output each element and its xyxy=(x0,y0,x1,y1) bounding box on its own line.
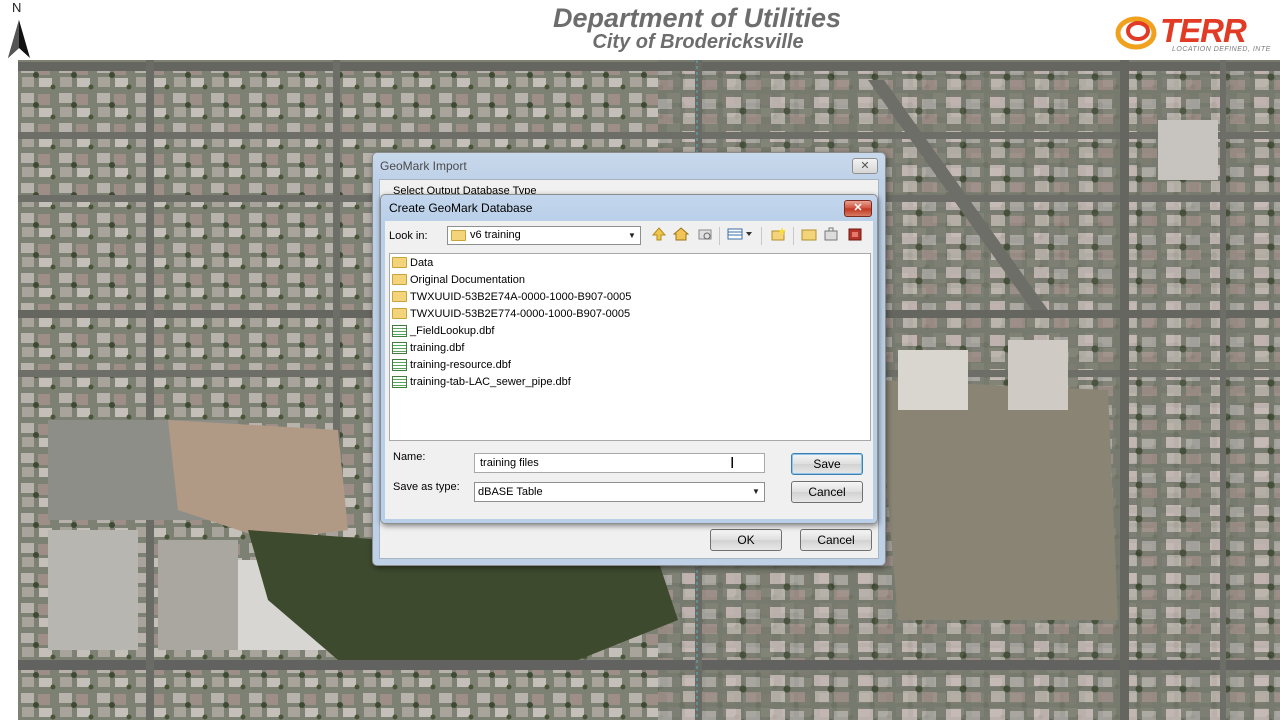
logo-text: TERR xyxy=(1160,12,1247,49)
chevron-down-icon: ▼ xyxy=(752,487,760,496)
new-folder-icon[interactable] xyxy=(769,226,789,245)
toolbar-separator xyxy=(793,227,794,245)
view-menu-icon[interactable] xyxy=(725,226,755,245)
cancel-button[interactable]: Cancel xyxy=(791,481,863,503)
look-in-value: v6 training xyxy=(470,229,521,241)
save-as-type-dropdown[interactable]: dBASE Table ▼ xyxy=(474,482,765,502)
home-icon[interactable] xyxy=(671,226,691,245)
geodatabase-icon[interactable] xyxy=(845,226,865,245)
look-in-dropdown[interactable]: v6 training ▼ xyxy=(447,226,641,245)
save-as-type-value: dBASE Table xyxy=(478,486,543,498)
create-geomark-database-dialog: Create GeoMark Database ✕ Look in: v6 tr… xyxy=(380,194,878,524)
folder-icon xyxy=(392,291,407,302)
folder-icon xyxy=(451,230,466,241)
name-label: Name: xyxy=(393,451,426,463)
map-header: N Department of Utilities City of Broder… xyxy=(0,0,1280,60)
import-cancel-button[interactable]: Cancel xyxy=(800,529,872,551)
save-as-type-label: Save as type: xyxy=(393,481,460,493)
folder-icon xyxy=(392,308,407,319)
dbf-table-icon xyxy=(392,325,407,337)
create-db-body: Look in: v6 training ▼ Data Original Doc… xyxy=(385,221,873,519)
north-label: N xyxy=(12,0,22,15)
save-button[interactable]: Save xyxy=(791,453,863,475)
name-input[interactable]: training files xyxy=(474,453,765,473)
logo-swirl-icon xyxy=(1115,16,1157,50)
file-list[interactable]: Data Original Documentation TWXUUID-53B2… xyxy=(389,253,871,441)
dbf-table-icon xyxy=(392,376,407,388)
folder-icon xyxy=(392,274,407,285)
logo-tagline: LOCATION DEFINED, INTE xyxy=(1172,46,1271,53)
look-in-label: Look in: xyxy=(389,230,428,242)
ok-button[interactable]: OK xyxy=(710,529,782,551)
geomark-import-title: GeoMark Import xyxy=(380,159,467,173)
chevron-down-icon: ▼ xyxy=(628,231,636,240)
create-db-title: Create GeoMark Database xyxy=(389,201,533,215)
text-cursor-icon: I xyxy=(730,455,735,472)
map-title: Department of Utilities xyxy=(552,3,842,33)
folder-icon xyxy=(392,257,407,268)
company-logo: TERR LOCATION DEFINED, INTE xyxy=(1112,10,1280,58)
create-db-close-button[interactable]: ✕ xyxy=(844,200,872,217)
toolbar-separator xyxy=(719,227,720,245)
toolbar-separator xyxy=(761,227,762,245)
dbf-table-icon xyxy=(392,359,407,371)
dbf-table-icon xyxy=(392,342,407,354)
up-one-level-icon[interactable] xyxy=(649,226,669,245)
folder-icon[interactable] xyxy=(799,226,819,245)
connect-folder-icon[interactable] xyxy=(695,226,715,245)
map-subtitle: City of Brodericksville xyxy=(592,31,804,53)
toolbox-icon[interactable] xyxy=(821,226,841,245)
geomark-import-close-button[interactable]: ✕ xyxy=(852,158,878,174)
